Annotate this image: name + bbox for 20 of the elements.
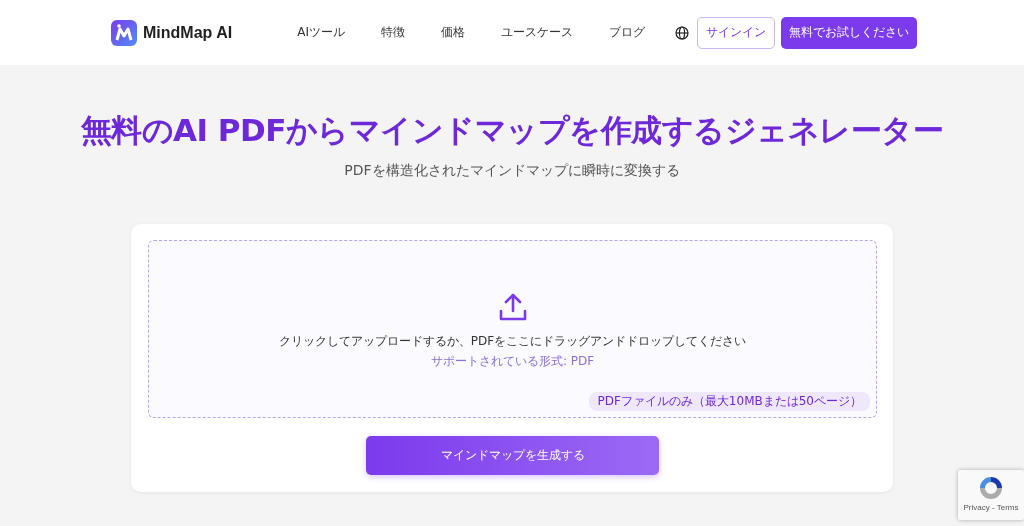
upload-icon <box>497 292 528 322</box>
file-drop-zone[interactable]: クリックしてアップロードするか、PDFをここにドラッグアンドドロップしてください サポートされている形式: PDF PDFファイルのみ（最大10MBまたは50ページ） <box>148 240 877 418</box>
file-limit-badge: PDFファイルのみ（最大10MBまたは50ページ） <box>589 392 870 411</box>
nav-link[interactable]: ユースケース <box>482 24 591 41</box>
nav-link[interactable]: ブログ <box>590 24 663 41</box>
page-title: 無料のAI PDFからマインドマップを作成するジェネレーター <box>80 111 944 150</box>
logo-icon <box>111 19 137 46</box>
recaptcha-icon <box>977 474 1005 502</box>
nav-link[interactable]: 特徴 <box>362 24 423 41</box>
sign-in-button[interactable]: サインイン <box>697 16 775 49</box>
supported-formats: サポートされている形式: PDF <box>430 353 595 370</box>
generate-button[interactable]: マインドマップを生成する <box>366 436 659 475</box>
nav-link[interactable]: 価格 <box>422 24 483 41</box>
nav-link[interactable]: AIツール <box>279 24 363 41</box>
free-trial-button[interactable]: 無料でお試しください <box>781 16 917 49</box>
globe-icon[interactable] <box>674 25 689 40</box>
logo-text[interactable]: MindMap AI <box>143 23 233 42</box>
privacy-terms-links[interactable]: Privacy - Terms <box>963 503 1019 512</box>
page-subtitle: PDFを構造化されたマインドマップに瞬時に変換する <box>344 162 680 180</box>
upload-instruction: クリックしてアップロードするか、PDFをここにドラッグアンドドロップしてください <box>278 333 747 350</box>
